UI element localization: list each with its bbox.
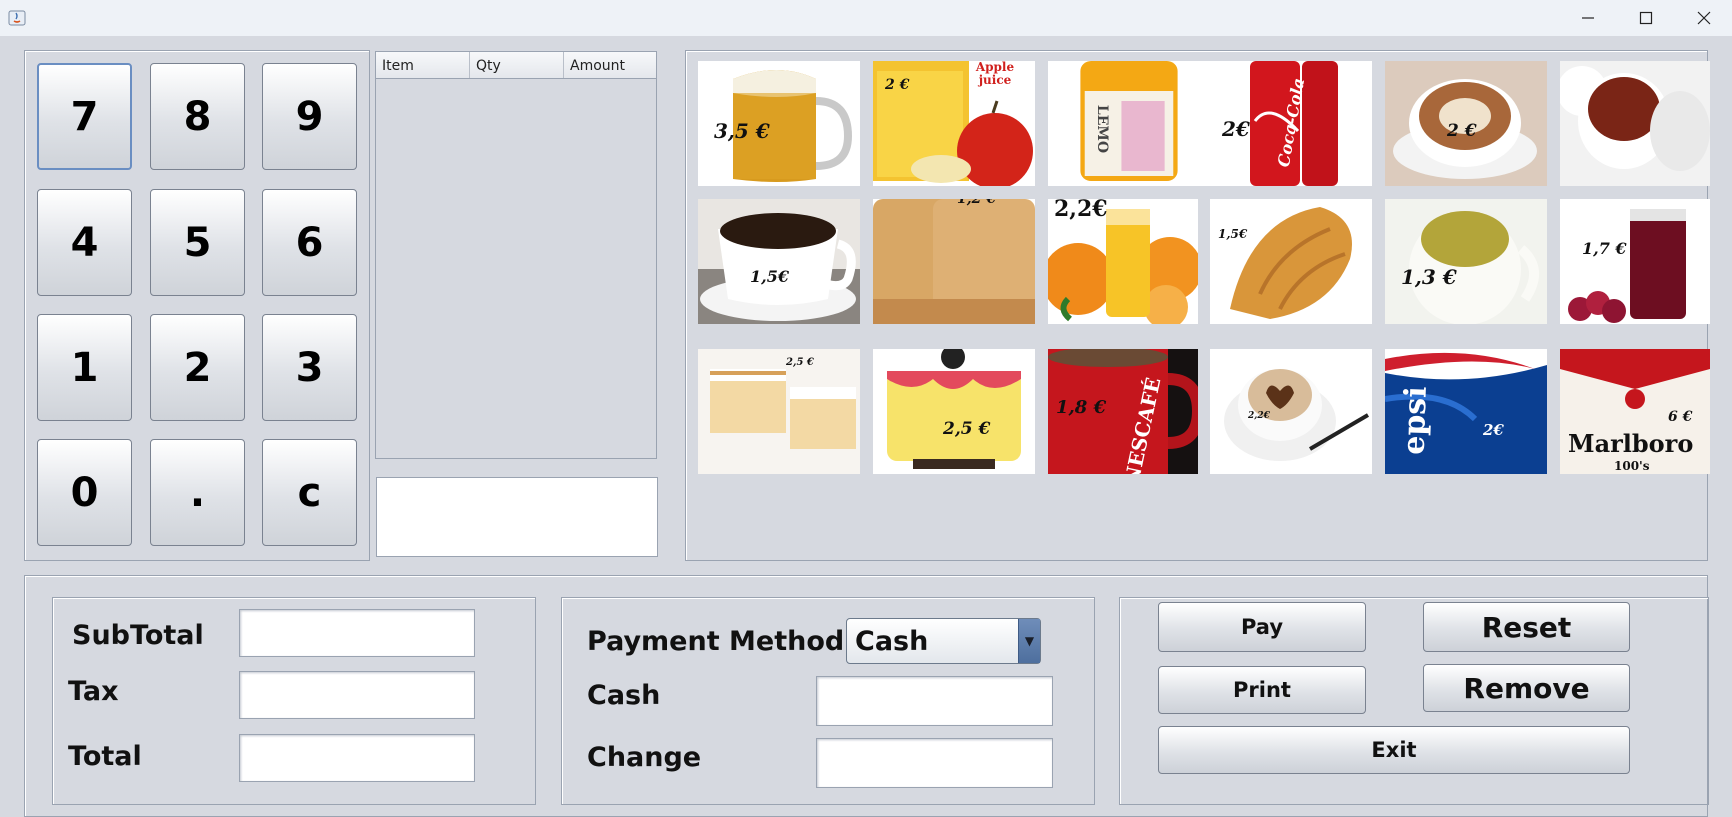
price-label: 2€ <box>1222 117 1250 141</box>
close-button[interactable] <box>1676 0 1732 36</box>
key-5[interactable]: 5 <box>150 189 245 296</box>
key-9[interactable]: 9 <box>262 63 357 170</box>
price-label: 1,3 € <box>1401 265 1457 289</box>
print-button[interactable]: Print <box>1158 666 1366 714</box>
price-label: 2 € <box>1447 121 1477 141</box>
product-pepsi[interactable]: 2€ epsi <box>1385 349 1547 474</box>
coffee-image <box>698 199 860 324</box>
price-label: 3,5 € <box>714 119 770 143</box>
price-label: 1,2 € <box>957 199 996 207</box>
product-latte-art[interactable]: 2,2€ <box>1210 349 1372 474</box>
order-table-header: Item Qty Amount <box>376 52 656 79</box>
price-label: 1,5€ <box>750 267 789 286</box>
croissant-image <box>1210 199 1372 324</box>
price-label: 2,5 € <box>943 419 991 439</box>
product-coffee[interactable]: 1,5€ <box>698 199 860 324</box>
subtotal-field[interactable] <box>239 609 475 657</box>
java-app-icon <box>8 10 26 26</box>
product-biscuits[interactable]: 1,2 € <box>873 199 1035 324</box>
column-item[interactable]: Item <box>376 52 470 78</box>
order-table[interactable]: Item Qty Amount <box>375 51 657 459</box>
product-croissant[interactable]: 1,5€ <box>1210 199 1372 324</box>
total-field[interactable] <box>239 734 475 782</box>
key-8[interactable]: 8 <box>150 63 245 170</box>
title-bar <box>0 0 1732 36</box>
price-label: 1,5€ <box>1218 227 1248 241</box>
product-nescafe[interactable]: 1,8 € NESCAFÉ <box>1048 349 1198 474</box>
product-cappuccino[interactable]: 2 € <box>1385 61 1547 186</box>
payment-method-select[interactable]: Cash ▼ <box>846 618 1041 664</box>
subtotal-label: SubTotal <box>72 620 204 651</box>
payment-method-label: Payment Method <box>587 626 845 657</box>
maximize-icon <box>1639 11 1653 25</box>
cake-slices-image <box>698 349 860 474</box>
key-2[interactable]: 2 <box>150 314 245 421</box>
tax-field[interactable] <box>239 671 475 719</box>
lemon-drink-image <box>1048 61 1210 186</box>
biscuits-image <box>873 199 1035 324</box>
latte-art-image <box>1210 349 1372 474</box>
key-6[interactable]: 6 <box>262 189 357 296</box>
column-qty[interactable]: Qty <box>470 52 564 78</box>
product-orange-juice[interactable]: 2,2€ <box>1048 199 1198 324</box>
brand-label: Marlboro <box>1568 429 1694 458</box>
minimize-button[interactable] <box>1560 0 1616 36</box>
product-green-tea[interactable]: 1,3 € <box>1385 199 1547 324</box>
price-label: 2,5 € <box>786 357 814 368</box>
product-birthday-cake[interactable]: 2,5 € <box>873 349 1035 474</box>
price-label: 1,7 € <box>1582 239 1627 258</box>
maximize-button[interactable] <box>1618 0 1674 36</box>
amount-display[interactable] <box>376 477 658 557</box>
price-label: 2€ <box>1483 421 1504 439</box>
exit-button[interactable]: Exit <box>1158 726 1630 774</box>
birthday-cake-image <box>873 349 1035 474</box>
key-decimal[interactable]: . <box>150 439 245 546</box>
key-3[interactable]: 3 <box>262 314 357 421</box>
key-7[interactable]: 7 <box>37 63 132 170</box>
product-coca-cola[interactable]: 2€ Coca-Cola <box>1210 61 1372 186</box>
key-clear[interactable]: c <box>262 439 357 546</box>
price-label: 2 € <box>885 77 910 93</box>
remove-button[interactable]: Remove <box>1423 664 1630 712</box>
price-label: 6 € <box>1668 409 1693 425</box>
product-lemon-drink[interactable]: LEMO <box>1048 61 1210 186</box>
product-tea[interactable] <box>1560 61 1710 186</box>
product-marlboro[interactable]: 6 € Marlboro 100's <box>1560 349 1710 474</box>
sublabel: 100's <box>1614 459 1650 473</box>
pay-button[interactable]: Pay <box>1158 602 1366 652</box>
minimize-icon <box>1582 17 1594 19</box>
tax-label: Tax <box>68 676 119 707</box>
dropdown-arrow-icon[interactable]: ▼ <box>1018 619 1040 663</box>
key-1[interactable]: 1 <box>37 314 132 421</box>
cash-label: Cash <box>587 680 661 711</box>
product-beer[interactable]: 3,5 € <box>698 61 860 186</box>
cash-field[interactable] <box>816 676 1053 726</box>
price-label: 2,2€ <box>1054 199 1108 222</box>
change-label: Change <box>587 742 702 773</box>
payment-method-value: Cash <box>855 626 929 657</box>
total-label: Total <box>68 741 142 772</box>
key-4[interactable]: 4 <box>37 189 132 296</box>
change-field[interactable] <box>816 738 1053 788</box>
column-amount[interactable]: Amount <box>564 52 656 78</box>
product-cake-slices[interactable]: 2,5 € <box>698 349 860 474</box>
grape-juice-image <box>1560 199 1710 324</box>
product-apple-juice[interactable]: 2 € Apple juice <box>873 61 1035 186</box>
price-label: 1,8 € <box>1056 397 1107 418</box>
key-0[interactable]: 0 <box>37 439 132 546</box>
close-icon <box>1697 11 1711 25</box>
brand-label: epsi <box>1396 385 1434 456</box>
brand-label: Apple juice <box>975 61 1015 87</box>
reset-button[interactable]: Reset <box>1423 602 1630 652</box>
product-grape-juice[interactable]: 1,7 € <box>1560 199 1710 324</box>
tea-image <box>1560 61 1710 186</box>
brand-label: LEMO <box>1094 104 1111 154</box>
price-label: 2,2€ <box>1248 411 1270 421</box>
green-tea-image <box>1385 199 1547 324</box>
